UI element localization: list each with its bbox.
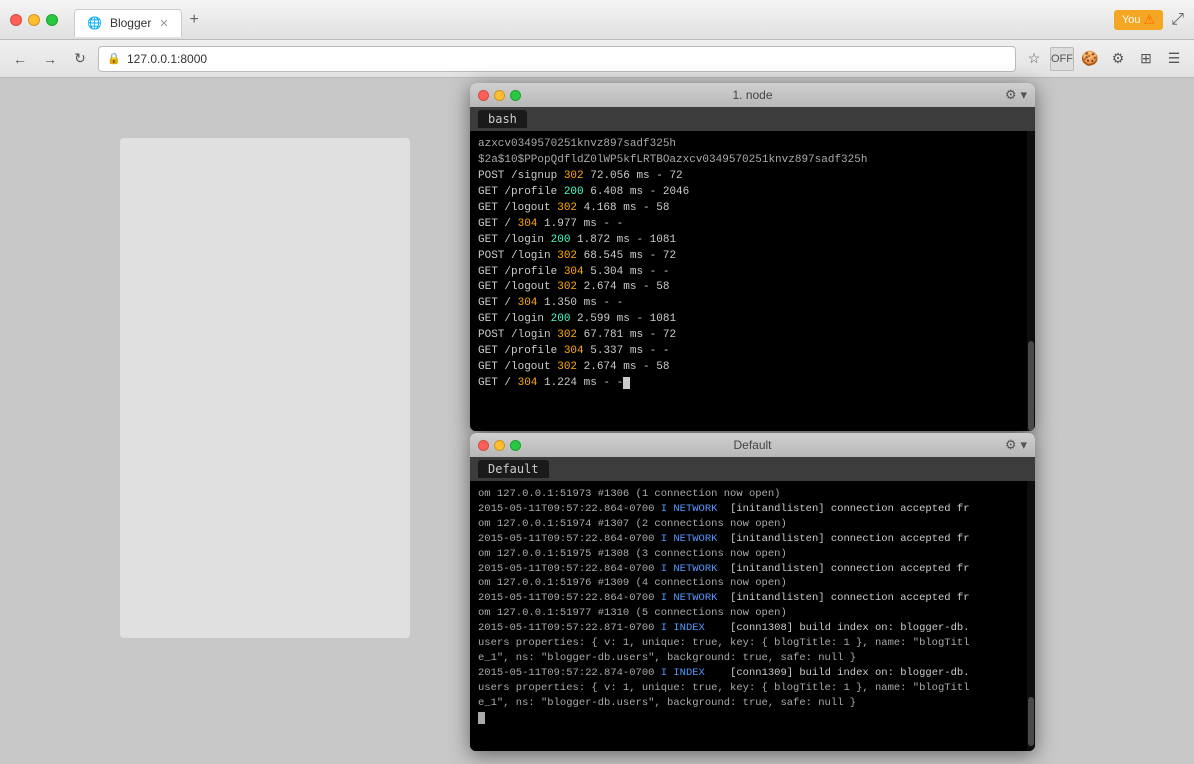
term-line: GET /profile 200 6.408 ms - 2046 bbox=[478, 185, 1027, 201]
term-line: azxcv0349570251knvz897sadf325h bbox=[478, 137, 1027, 153]
term-line: om 127.0.0.1:51976 #1309 (4 connections … bbox=[478, 576, 1027, 591]
gear-icon-2[interactable]: ⚙ bbox=[1005, 437, 1017, 453]
url-text: 127.0.0.1:8000 bbox=[127, 52, 207, 66]
term-line: om 127.0.0.1:51973 #1306 (1 connection n… bbox=[478, 487, 1027, 502]
scrollbar-track-1[interactable] bbox=[1027, 131, 1035, 431]
term-fullscreen-button[interactable] bbox=[510, 90, 521, 101]
chevron-down-icon[interactable]: ▾ bbox=[1020, 87, 1027, 103]
terminal-gear-2: ⚙ ▾ bbox=[1005, 437, 1027, 453]
term-line: $2a$10$PPopQdfldZ0lWP5kfLRTBOazxcv034957… bbox=[478, 153, 1027, 169]
scrollbar-track-2[interactable] bbox=[1027, 481, 1035, 751]
term-line: POST /login 302 68.545 ms - 72 bbox=[478, 249, 1027, 265]
browser-titlebar: 🌐 Blogger ✕ + You ⚠ ⤢ bbox=[0, 0, 1194, 40]
terminal-window-node: 1. node ⚙ ▾ bash azxcv0349570251knvz897s… bbox=[470, 83, 1035, 431]
tab-favicon: 🌐 bbox=[87, 16, 102, 30]
term-cursor-line bbox=[478, 711, 1027, 726]
maximize-button[interactable] bbox=[46, 14, 58, 26]
term-line: 2015-05-11T09:57:22.864-0700 I NETWORK [… bbox=[478, 532, 1027, 547]
browser-content: 1. node ⚙ ▾ bash azxcv0349570251knvz897s… bbox=[0, 78, 1194, 764]
menu-button[interactable]: ☰ bbox=[1162, 47, 1186, 71]
window-buttons bbox=[10, 14, 58, 26]
terminal-tab-bar-1: bash bbox=[470, 107, 1035, 131]
term-line: GET /login 200 1.872 ms - 1081 bbox=[478, 233, 1027, 249]
extensions-off-button[interactable]: OFF bbox=[1050, 47, 1074, 71]
multiscreen-button[interactable]: ⊞ bbox=[1134, 47, 1158, 71]
term-line: GET /login 200 2.599 ms - 1081 bbox=[478, 312, 1027, 328]
term-line: 2015-05-11T09:57:22.874-0700 I INDEX [co… bbox=[478, 666, 1027, 681]
tab-close-button[interactable]: ✕ bbox=[159, 17, 168, 30]
terminal-title-2: Default bbox=[733, 438, 771, 452]
address-bar[interactable]: 🔒 127.0.0.1:8000 bbox=[98, 46, 1016, 72]
term-line: POST /signup 302 72.056 ms - 72 bbox=[478, 169, 1027, 185]
term-close-button[interactable] bbox=[478, 90, 489, 101]
term-line: GET /logout 302 2.674 ms - 58 bbox=[478, 360, 1027, 376]
term-line bbox=[478, 392, 1027, 408]
terminal-titlebar-1: 1. node ⚙ ▾ bbox=[470, 83, 1035, 107]
term-minimize-button[interactable] bbox=[494, 90, 505, 101]
term-line: users properties: { v: 1, unique: true, … bbox=[478, 636, 1027, 651]
scrollbar-thumb-2 bbox=[1028, 697, 1034, 746]
terminal-tab-bar-2: Default bbox=[470, 457, 1035, 481]
term-minimize-button-2[interactable] bbox=[494, 440, 505, 451]
back-button[interactable]: ← bbox=[8, 47, 32, 71]
tab-bar: 🌐 Blogger ✕ + bbox=[74, 0, 203, 39]
you-badge: You ⚠ bbox=[1114, 10, 1163, 30]
term-line: 2015-05-11T09:57:22.864-0700 I NETWORK [… bbox=[478, 562, 1027, 577]
terminal-gear-1: ⚙ ▾ bbox=[1005, 87, 1027, 103]
term-line: GET /profile 304 5.304 ms - - bbox=[478, 265, 1027, 281]
term-line: om 127.0.0.1:51975 #1308 (3 connections … bbox=[478, 547, 1027, 562]
address-lock-icon: 🔒 bbox=[107, 52, 121, 65]
term-line: GET / 304 1.977 ms - - bbox=[478, 217, 1027, 233]
term-line: users properties: { v: 1, unique: true, … bbox=[478, 681, 1027, 696]
terminal-titlebar-2: Default ⚙ ▾ bbox=[470, 433, 1035, 457]
new-tab-button[interactable]: + bbox=[186, 11, 203, 29]
terminal-body-2[interactable]: om 127.0.0.1:51973 #1306 (1 connection n… bbox=[470, 481, 1035, 751]
warning-icon: ⚠ bbox=[1144, 12, 1156, 28]
terminal-title-1: 1. node bbox=[732, 88, 772, 102]
settings-icon-button[interactable]: ⚙ bbox=[1106, 47, 1130, 71]
bookmark-button[interactable]: ☆ bbox=[1022, 47, 1046, 71]
refresh-button[interactable]: ↻ bbox=[68, 47, 92, 71]
fullscreen-button[interactable]: ⤢ bbox=[1171, 11, 1184, 29]
term-line: GET /logout 302 4.168 ms - 58 bbox=[478, 201, 1027, 217]
terminal-body-1[interactable]: azxcv0349570251knvz897sadf325h $2a$10$PP… bbox=[470, 131, 1035, 431]
page-content-placeholder bbox=[120, 138, 410, 638]
term-line: 2015-05-11T09:57:22.864-0700 I NETWORK [… bbox=[478, 591, 1027, 606]
term-window-buttons-2 bbox=[478, 440, 521, 451]
minimize-button[interactable] bbox=[28, 14, 40, 26]
term-line: POST /login 302 67.781 ms - 72 bbox=[478, 328, 1027, 344]
term-line: GET / 304 1.350 ms - - bbox=[478, 296, 1027, 312]
term-line: om 127.0.0.1:51977 #1310 (5 connections … bbox=[478, 606, 1027, 621]
term-line: e_1", ns: "blogger-db.users", background… bbox=[478, 696, 1027, 711]
term-line: 2015-05-11T09:57:22.864-0700 I NETWORK [… bbox=[478, 502, 1027, 517]
term-line: GET /logout 302 2.674 ms - 58 bbox=[478, 280, 1027, 296]
gear-icon[interactable]: ⚙ bbox=[1005, 87, 1017, 103]
chevron-down-icon-2[interactable]: ▾ bbox=[1020, 437, 1027, 453]
term-line: e_1", ns: "blogger-db.users", background… bbox=[478, 651, 1027, 666]
bash-tab[interactable]: bash bbox=[478, 110, 527, 128]
term-line: 2015-05-11T09:57:22.871-0700 I INDEX [co… bbox=[478, 621, 1027, 636]
terminal-container: 1. node ⚙ ▾ bash azxcv0349570251knvz897s… bbox=[470, 83, 1035, 751]
term-close-button-2[interactable] bbox=[478, 440, 489, 451]
term-line: om 127.0.0.1:51974 #1307 (2 connections … bbox=[478, 517, 1027, 532]
close-button[interactable] bbox=[10, 14, 22, 26]
browser-toolbar: ← → ↻ 🔒 127.0.0.1:8000 ☆ OFF 🍪 ⚙ ⊞ ☰ bbox=[0, 40, 1194, 78]
terminal-window-default: Default ⚙ ▾ Default om 127.0.0.1:51973 #… bbox=[470, 433, 1035, 751]
term-fullscreen-button-2[interactable] bbox=[510, 440, 521, 451]
term-line: GET /profile 304 5.337 ms - - bbox=[478, 344, 1027, 360]
forward-button[interactable]: → bbox=[38, 47, 62, 71]
tab-title: Blogger bbox=[110, 16, 151, 30]
term-window-buttons bbox=[478, 90, 521, 101]
cookie-button[interactable]: 🍪 bbox=[1078, 47, 1102, 71]
term-line: GET / 304 1.224 ms - - bbox=[478, 376, 1027, 392]
toolbar-right: ☆ OFF 🍪 ⚙ ⊞ ☰ bbox=[1022, 47, 1186, 71]
you-label: You bbox=[1122, 14, 1141, 26]
browser-tab[interactable]: 🌐 Blogger ✕ bbox=[74, 9, 182, 37]
scrollbar-thumb-1 bbox=[1028, 341, 1034, 431]
default-tab[interactable]: Default bbox=[478, 460, 549, 478]
